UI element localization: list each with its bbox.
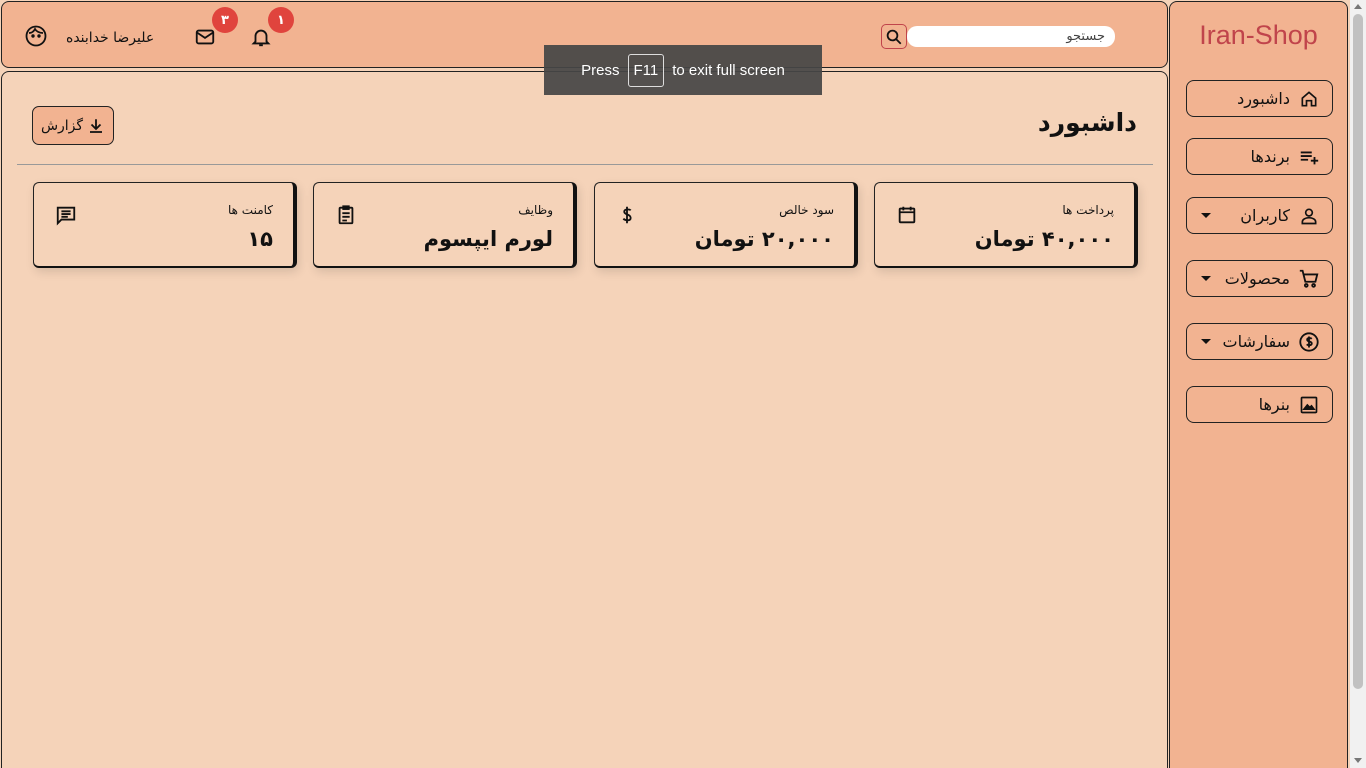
home-icon	[1298, 88, 1320, 110]
card-value: ۲۰,۰۰۰ تومان	[694, 227, 834, 251]
search-button[interactable]	[881, 24, 907, 49]
sidebar-item-banners[interactable]: بنرها	[1186, 386, 1333, 423]
sidebar-item-dashboard[interactable]: داشبورد	[1186, 80, 1333, 117]
card-label: وظایف	[518, 203, 553, 217]
toast-suffix: to exit full screen	[672, 61, 785, 79]
download-icon	[87, 117, 105, 135]
card-value: ۱۵	[247, 227, 273, 251]
user-profile[interactable]: علیرضا خدابنده	[24, 24, 154, 52]
search-input[interactable]	[907, 26, 1115, 47]
messages-button[interactable]: ۳	[192, 7, 238, 50]
report-button[interactable]: گزارش	[32, 106, 114, 145]
search-icon	[886, 29, 902, 44]
card-payments: پرداخت ها ۴۰,۰۰۰ تومان	[874, 182, 1138, 268]
sidebar-item-label: بنرها	[1258, 395, 1290, 414]
chevron-down-icon	[1201, 213, 1211, 218]
sidebar-item-label: کاربران	[1240, 206, 1290, 225]
user-name: علیرضا خدابنده	[66, 30, 155, 46]
card-net-profit: سود خالص ۲۰,۰۰۰ تومان	[594, 182, 858, 268]
toast-prefix: Press	[581, 61, 620, 79]
sidebar-item-label: محصولات	[1224, 269, 1290, 288]
divider	[17, 164, 1153, 165]
card-label: سود خالص	[779, 203, 834, 217]
scroll-thumb[interactable]	[1353, 14, 1363, 689]
card-label: کامنت ها	[228, 203, 273, 217]
card-label: پرداخت ها	[1062, 203, 1114, 217]
dollar-circle-icon	[1298, 331, 1320, 353]
brand-logo[interactable]: Iran-Shop	[1170, 20, 1347, 51]
page-title: داشبورد	[1037, 108, 1137, 137]
card-value: لورم ایپسوم	[423, 227, 553, 251]
card-value: ۴۰,۰۰۰ تومان	[974, 227, 1114, 251]
notifications-button[interactable]: ۱	[248, 7, 294, 50]
image-icon	[1298, 394, 1320, 416]
card-comments: کامنت ها ۱۵	[33, 182, 297, 268]
sidebar-item-users[interactable]: کاربران	[1186, 197, 1333, 234]
cart-icon	[1298, 268, 1320, 290]
sidebar: Iran-Shop داشبورد برندها کاربران محصولات…	[1169, 1, 1348, 768]
dollar-icon	[615, 203, 639, 227]
scrollbar[interactable]	[1350, 0, 1366, 768]
sidebar-item-orders[interactable]: سفارشات	[1186, 323, 1333, 360]
toast-key: F11	[627, 53, 665, 87]
sidebar-item-brands[interactable]: برندها	[1186, 138, 1333, 175]
sidebar-item-label: برندها	[1250, 147, 1290, 166]
sidebar-item-label: سفارشات	[1222, 332, 1290, 351]
search-bar	[881, 24, 1115, 49]
sidebar-item-label: داشبورد	[1237, 89, 1290, 108]
chevron-down-icon	[1201, 339, 1211, 344]
chevron-down-icon	[1201, 276, 1211, 281]
sidebar-item-products[interactable]: محصولات	[1186, 260, 1333, 297]
mail-icon	[195, 29, 215, 45]
person-icon	[1298, 205, 1320, 227]
playlist-add-icon	[1298, 146, 1320, 168]
scroll-up-icon[interactable]	[1354, 4, 1362, 9]
main-content: داشبورد گزارش پرداخت ها ۴۰,۰۰۰ تومان سود…	[1, 71, 1168, 768]
card-tasks: وظایف لورم ایپسوم	[313, 182, 577, 268]
fullscreen-toast: Press F11 to exit full screen	[544, 45, 822, 95]
bell-icon	[251, 29, 271, 47]
notifications-badge: ۱	[268, 7, 294, 33]
comment-icon	[54, 203, 78, 227]
calendar-icon	[895, 203, 919, 227]
clipboard-icon	[334, 203, 358, 227]
messages-badge: ۳	[212, 7, 238, 33]
avatar-icon	[24, 24, 48, 52]
scroll-down-icon[interactable]	[1354, 758, 1362, 763]
report-label: گزارش	[40, 117, 84, 134]
